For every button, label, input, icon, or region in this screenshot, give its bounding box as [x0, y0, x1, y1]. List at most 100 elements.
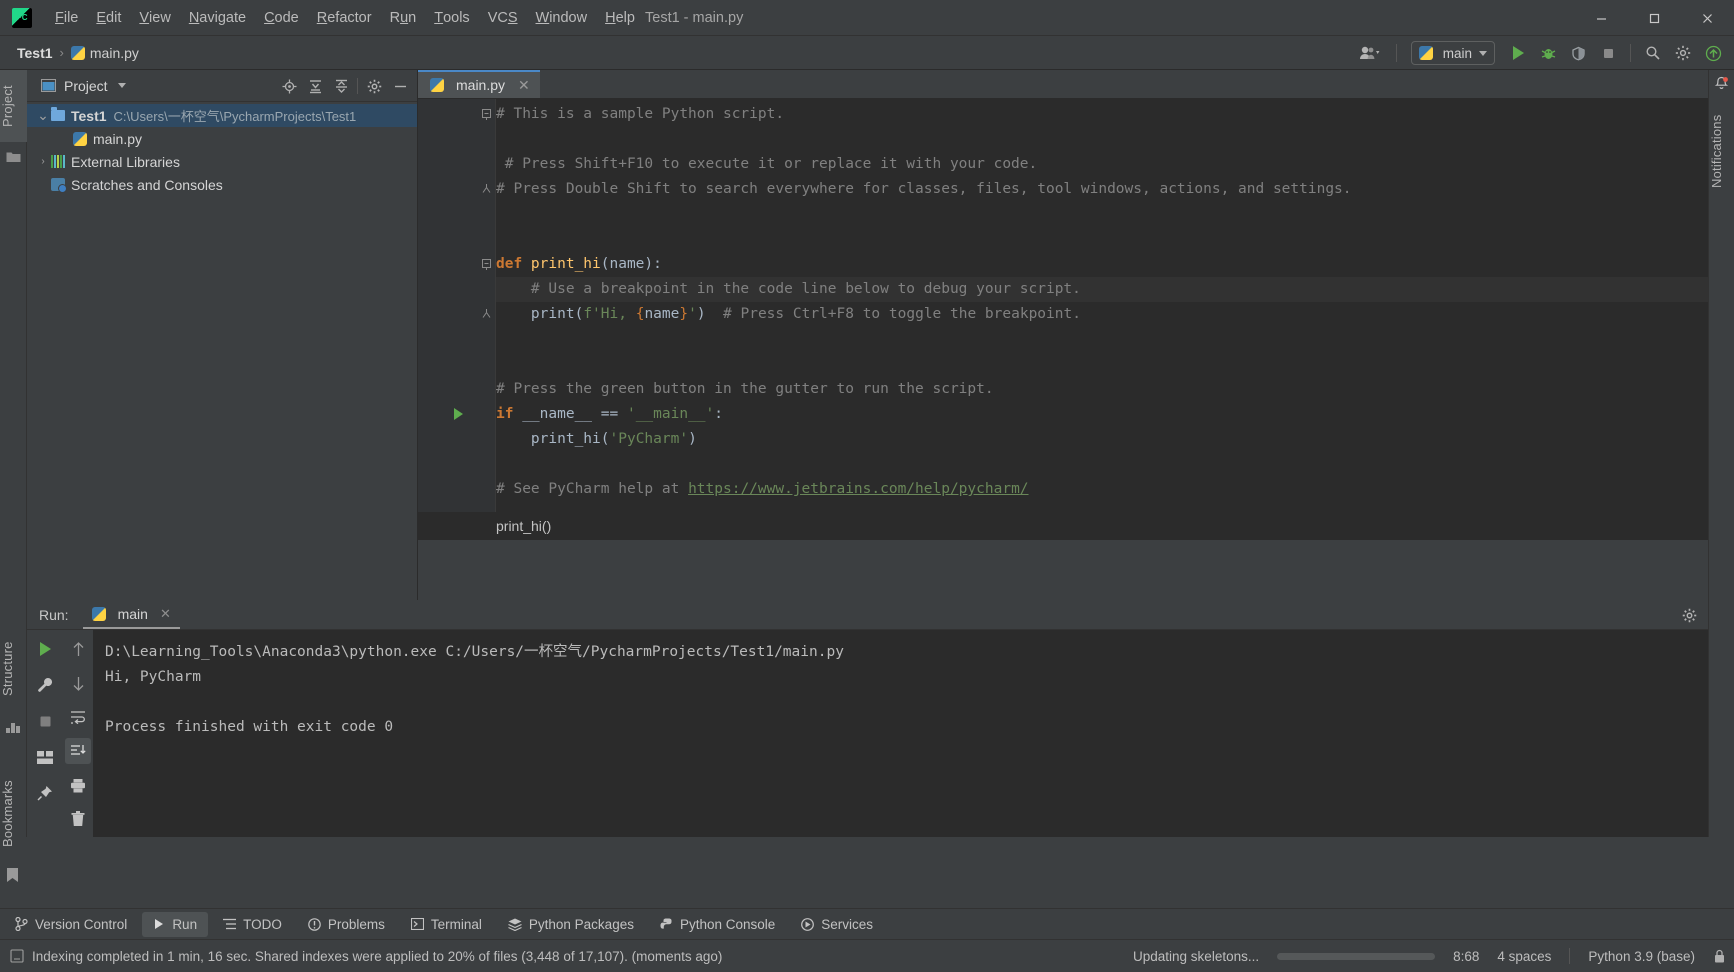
layout-icon[interactable] [32, 744, 58, 770]
tool-window-button-todo[interactable]: TODO [212, 912, 293, 937]
breadcrumb-function[interactable]: print_hi() [496, 518, 551, 534]
fold-end-icon[interactable] [482, 309, 493, 320]
locate-icon[interactable] [276, 73, 302, 99]
menu-edit[interactable]: Edit [87, 0, 130, 35]
breadcrumb-file[interactable]: main.py [68, 45, 142, 61]
coverage-icon[interactable] [1563, 38, 1593, 68]
fold-start-icon[interactable] [482, 109, 493, 120]
soft-wrap-icon[interactable] [65, 704, 91, 730]
chevron-right-icon[interactable]: › [35, 156, 51, 167]
collapse-all-icon[interactable] [328, 73, 354, 99]
run-toolbar-left [27, 630, 63, 837]
tool-window-button-python-packages[interactable]: Python Packages [497, 912, 645, 937]
structure-icon[interactable] [6, 720, 21, 735]
pin-icon[interactable] [32, 780, 58, 806]
wrench-icon[interactable] [32, 672, 58, 698]
code-line[interactable]: print_hi('PyCharm') [496, 427, 697, 452]
menu-help[interactable]: Help [596, 0, 644, 35]
code-token[interactable]: https://www.jetbrains.com/help/pycharm/ [688, 481, 1028, 497]
editor-breadcrumb-bar: print_hi() [418, 512, 1734, 540]
hide-panel-icon[interactable] [387, 73, 413, 99]
tool-window-button-problems[interactable]: Problems [297, 912, 396, 937]
run-configuration-selector[interactable]: main [1410, 41, 1495, 65]
menu-refactor[interactable]: Refactor [308, 0, 381, 35]
tree-node-label: External Libraries [71, 153, 180, 170]
editor-tab-main-py[interactable]: main.py ✕ [418, 70, 540, 98]
code-line[interactable]: print(f'Hi, {name}') # Press Ctrl+F8 to … [496, 302, 1081, 327]
tool-window-button-run[interactable]: Run [142, 911, 209, 937]
fold-start-icon[interactable] [482, 259, 493, 270]
bookmark-icon[interactable] [6, 868, 21, 883]
close-icon[interactable]: ✕ [518, 77, 530, 94]
console-output[interactable]: D:\Learning_Tools\Anaconda3\python.exe C… [93, 630, 1734, 837]
menu-navigate[interactable]: Navigate [180, 0, 255, 35]
menu-run[interactable]: Run [381, 0, 426, 35]
indent-setting[interactable]: 4 spaces [1497, 949, 1551, 964]
menu-window[interactable]: Window [527, 0, 597, 35]
close-button[interactable] [1681, 0, 1734, 36]
print-icon[interactable] [65, 772, 91, 798]
caret-position[interactable]: 8:68 [1453, 949, 1479, 964]
python-interpreter[interactable]: Python 3.9 (base) [1588, 949, 1695, 964]
code-token: ) [688, 431, 697, 447]
updates-icon[interactable] [1698, 38, 1728, 68]
menu-vcs[interactable]: VC S [479, 0, 527, 35]
tool-window-button-services[interactable]: Services [790, 912, 884, 937]
lock-icon[interactable] [1713, 949, 1726, 964]
run-tab-main[interactable]: main ✕ [82, 600, 180, 629]
settings-icon[interactable] [1668, 38, 1698, 68]
tree-node-external-libraries[interactable]: › External Libraries [27, 150, 417, 173]
code-line[interactable]: # Press Double Shift to search everywher… [496, 177, 1352, 202]
fold-end-icon[interactable] [482, 184, 493, 195]
sidebar-tab-project[interactable]: Project [0, 70, 27, 142]
stop-icon[interactable] [32, 708, 58, 734]
tool-window-button-terminal[interactable]: Terminal [400, 912, 493, 937]
chevron-down-icon[interactable] [117, 83, 126, 88]
code-line[interactable]: # Press Shift+F10 to execute it or repla… [496, 152, 1038, 177]
debug-icon[interactable] [1533, 38, 1563, 68]
account-icon[interactable] [1350, 38, 1390, 68]
code-text[interactable]: # This is a sample Python script. # Pres… [496, 99, 1734, 540]
notifications-bell-icon[interactable] [1714, 76, 1729, 91]
tree-node-scratches-and-consoles[interactable]: Scratches and Consoles [27, 173, 417, 196]
gutter-run-icon[interactable] [454, 408, 463, 420]
down-icon[interactable] [65, 670, 91, 696]
code-line[interactable]: # This is a sample Python script. [496, 102, 784, 127]
sidebar-tab-notifications[interactable]: Notifications [1709, 96, 1734, 206]
tool-window-button-version-control[interactable]: Version Control [4, 912, 138, 937]
rerun-icon[interactable] [32, 636, 58, 662]
tool-window-button-python-console[interactable]: Python Console [649, 912, 786, 937]
menu-bar: File Edit View Navigate Code Refactor Ru n Tools… [46, 0, 644, 35]
code-line[interactable]: def print_hi(name): [496, 252, 662, 277]
project-panel-title: Project [64, 77, 108, 94]
sidebar-tab-bookmarks[interactable]: Bookmarks [0, 770, 27, 858]
run-icon[interactable] [1503, 38, 1533, 68]
scroll-to-end-icon[interactable] [65, 738, 91, 764]
sidebar-tab-structure[interactable]: Structure [0, 630, 27, 708]
stop-icon[interactable] [1593, 38, 1623, 68]
chevron-down-icon[interactable]: ⌄ [35, 107, 51, 124]
menu-tools[interactable]: Tools [425, 0, 478, 35]
clear-all-icon[interactable] [65, 806, 91, 832]
maximize-button[interactable] [1628, 0, 1681, 36]
code-line[interactable]: if __name__ == '__main__': [496, 402, 723, 427]
code-line[interactable]: # Use a breakpoint in the code line belo… [496, 277, 1081, 302]
python-file-icon [430, 78, 444, 92]
code-line[interactable]: # See PyCharm help at https://www.jetbra… [496, 477, 1029, 502]
menu-code[interactable]: Code [255, 0, 308, 35]
up-icon[interactable] [65, 636, 91, 662]
tree-node-main-py[interactable]: main.py [27, 127, 417, 150]
settings-icon[interactable] [361, 73, 387, 99]
project-folder-icon[interactable] [6, 150, 21, 165]
search-icon[interactable] [1638, 38, 1668, 68]
minimize-button[interactable] [1575, 0, 1628, 36]
menu-file[interactable]: File [46, 0, 87, 35]
settings-icon[interactable] [1676, 602, 1702, 628]
expand-all-icon[interactable] [302, 73, 328, 99]
close-icon[interactable]: ✕ [160, 606, 171, 622]
code-line[interactable]: # Press the green button in the gutter t… [496, 377, 994, 402]
tree-node-test1[interactable]: ⌄ Test1 C:\Users\一杯空气\PycharmProjects\Test… [27, 104, 417, 127]
menu-view[interactable]: View [130, 0, 179, 35]
code-editor[interactable]: 1234567891011121314151617 # This is a sa… [418, 99, 1734, 540]
breadcrumb-project[interactable]: Test1 [14, 45, 56, 61]
